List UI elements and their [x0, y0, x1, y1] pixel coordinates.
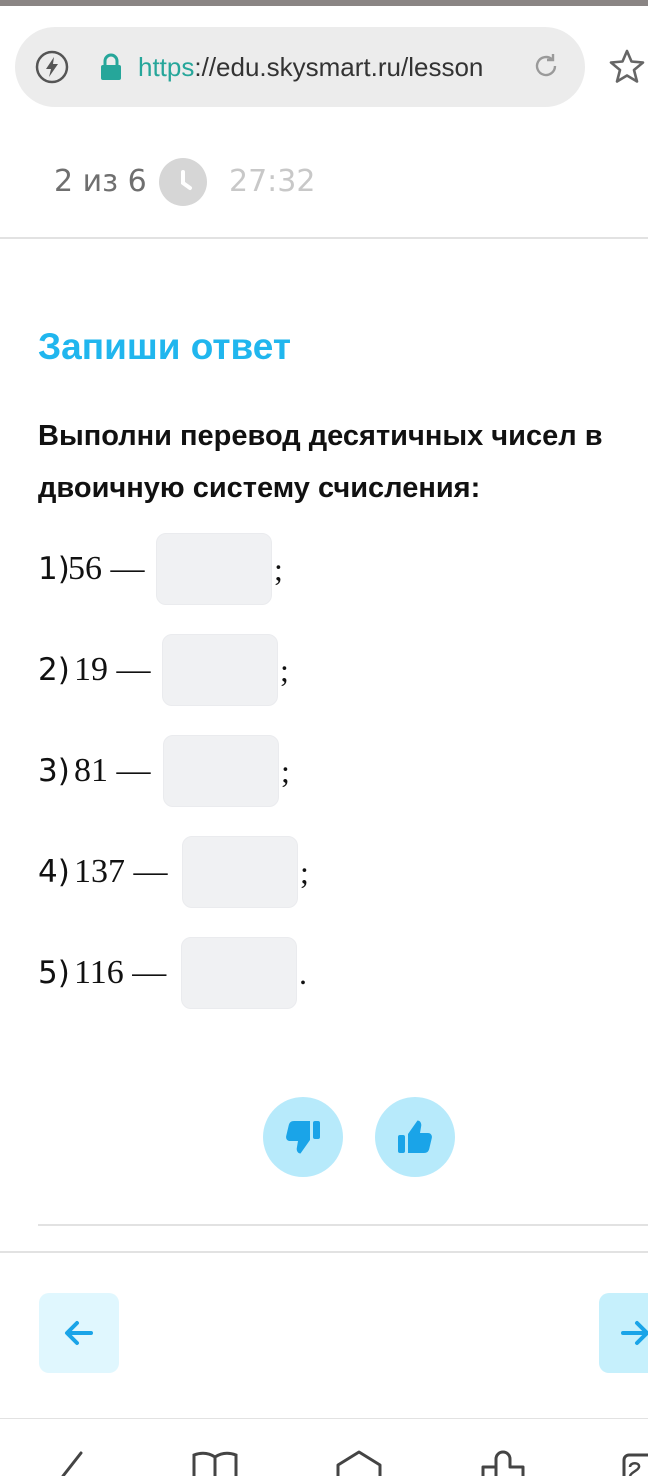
item-punctuation: ; — [274, 551, 283, 587]
prev-button[interactable] — [39, 1293, 119, 1373]
dislike-button[interactable] — [263, 1097, 343, 1177]
item-number: 1) — [38, 551, 70, 587]
answer-input[interactable] — [163, 735, 279, 807]
item-number: 3) — [38, 753, 70, 789]
item-expression: 116 — — [74, 954, 167, 991]
answer-input[interactable] — [181, 937, 297, 1009]
answer-input[interactable] — [182, 836, 298, 908]
arrow-left-icon — [65, 1321, 93, 1345]
arrow-right-icon — [621, 1321, 648, 1345]
tabs-icon[interactable] — [620, 1447, 648, 1476]
item-number: 4) — [38, 854, 70, 890]
thumbs-up-icon — [398, 1120, 432, 1153]
lesson-progress: 2 из 6 27:32 — [0, 150, 648, 214]
item-punctuation: ; — [280, 652, 289, 688]
item-punctuation: . — [299, 955, 307, 991]
item-expression: 81 — — [74, 752, 151, 789]
thumbs-down-icon — [286, 1121, 320, 1154]
star-icon[interactable] — [608, 48, 646, 86]
puzzle-icon[interactable] — [478, 1447, 528, 1476]
timer: 27:32 — [229, 164, 316, 199]
footer-divider — [0, 1251, 648, 1253]
url-scheme: https — [138, 52, 195, 82]
book-icon[interactable] — [190, 1447, 240, 1476]
item-expression: 19 — — [74, 651, 151, 688]
status-strip — [0, 0, 648, 6]
item-number: 2) — [38, 652, 70, 688]
task-title: Запиши ответ — [38, 326, 291, 367]
lock-icon — [101, 53, 121, 80]
home-icon[interactable] — [334, 1447, 384, 1476]
content-divider — [38, 1224, 648, 1226]
reload-icon[interactable] — [531, 51, 561, 81]
task-counter: 2 из 6 — [54, 164, 147, 199]
answer-input[interactable] — [156, 533, 272, 605]
item-expression: 56 — — [68, 550, 145, 587]
address-bar[interactable]: https://edu.skysmart.ru/lesson — [15, 27, 585, 107]
clock-icon — [159, 158, 207, 206]
item-number: 5) — [38, 955, 70, 991]
url-path: ://edu.skysmart.ru/lesson — [194, 52, 484, 82]
answer-input[interactable] — [162, 634, 278, 706]
header-divider — [0, 237, 648, 239]
like-button[interactable] — [375, 1097, 455, 1177]
item-expression: 137 — — [74, 853, 168, 890]
task-instruction: Выполни перевод десятичных чисел в двоич… — [38, 420, 603, 504]
item-punctuation: ; — [300, 854, 309, 890]
url-text[interactable]: https://edu.skysmart.ru/lesson — [138, 50, 522, 84]
item-punctuation: ; — [281, 753, 290, 789]
system-bar-divider — [0, 1418, 648, 1419]
next-button[interactable] — [599, 1293, 648, 1373]
back-icon[interactable] — [55, 1447, 105, 1476]
bolt-icon[interactable] — [35, 50, 69, 84]
